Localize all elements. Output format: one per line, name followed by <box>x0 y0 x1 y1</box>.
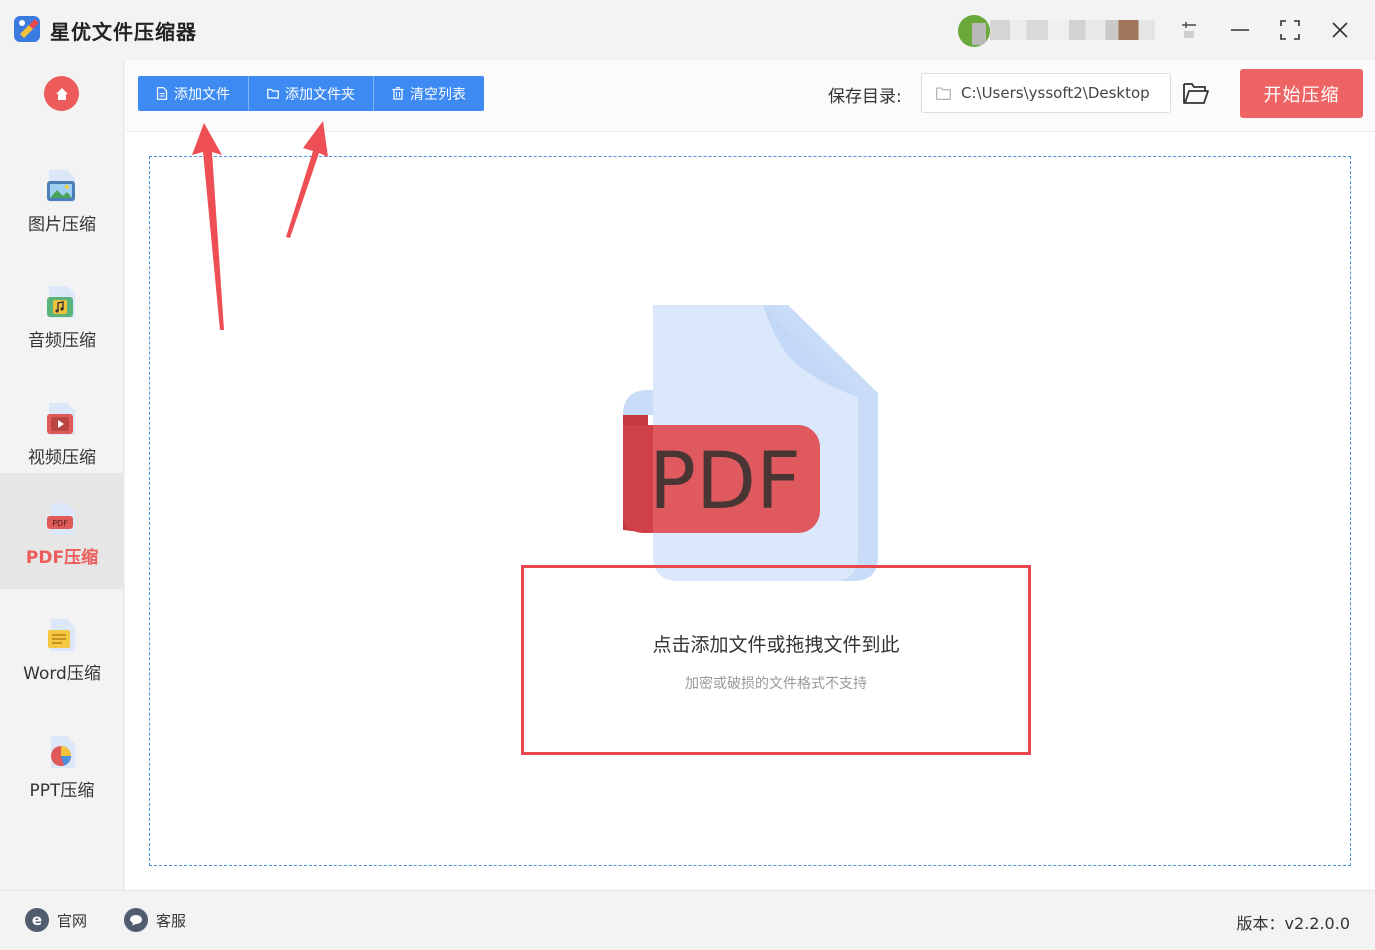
chat-icon <box>124 908 148 932</box>
user-name-blurred[interactable] <box>990 20 1155 40</box>
pdf-illustration-icon: PDF <box>623 305 878 581</box>
clear-list-label: 清空列表 <box>410 86 466 103</box>
add-folder-label: 添加文件夹 <box>285 86 355 103</box>
word-icon <box>48 619 75 651</box>
maximize-icon[interactable] <box>1272 12 1308 48</box>
sidebar-item-video[interactable]: 视频压缩 <box>0 373 124 489</box>
folder-icon <box>267 88 279 99</box>
sidebar-item-label: 视频压缩 <box>28 448 96 468</box>
video-icon <box>47 403 75 435</box>
footer: e 官网 客服 版本：v2.2.0.0 <box>0 890 1375 950</box>
sidebar-item-audio[interactable]: 音频压缩 <box>0 256 124 372</box>
app-logo-icon <box>14 16 40 42</box>
sidebar-item-pdf[interactable]: PDF PDF压缩 <box>0 473 124 589</box>
main-panel: 添加文件 添加文件夹 清空列表 保存目录: C:\Users\yssoft2\D… <box>125 60 1375 890</box>
save-dir-label: 保存目录: <box>828 87 902 107</box>
support-link[interactable]: 客服 <box>124 908 186 932</box>
sidebar-item-image[interactable]: 图片压缩 <box>0 140 124 256</box>
clear-list-button[interactable]: 清空列表 <box>374 76 484 111</box>
close-icon[interactable] <box>1322 12 1358 48</box>
add-file-label: 添加文件 <box>174 86 230 103</box>
sidebar-item-label: Word压缩 <box>23 664 101 684</box>
image-icon <box>47 170 75 202</box>
file-icon <box>156 87 168 100</box>
drop-hint-title: 点击添加文件或拖拽文件到此 <box>652 634 900 656</box>
app-title: 星优文件压缩器 <box>50 20 197 44</box>
add-file-button[interactable]: 添加文件 <box>138 76 249 111</box>
file-drop-zone[interactable]: PDF 点击添加文件或拖拽文件到此 加密或破损的文件格式不支持 <box>149 156 1351 866</box>
ie-icon: e <box>25 908 49 932</box>
ppt-icon <box>51 736 75 768</box>
toolbar: 添加文件 添加文件夹 清空列表 保存目录: C:\Users\yssoft2\D… <box>125 60 1375 132</box>
website-label: 官网 <box>57 911 88 930</box>
sidebar: 图片压缩 音频压缩 视频压缩 PDF PDF压缩 Word压缩 PPT压缩 <box>0 60 124 890</box>
sidebar-item-ppt[interactable]: PPT压缩 <box>0 706 124 822</box>
sidebar-item-label: PDF压缩 <box>25 548 99 568</box>
open-folder-icon[interactable] <box>1182 80 1210 106</box>
user-avatar[interactable] <box>958 15 990 47</box>
folder-outline-icon <box>936 86 951 100</box>
home-icon <box>55 87 68 100</box>
drop-hint-subtitle: 加密或破损的文件格式不支持 <box>685 676 867 692</box>
save-path-field[interactable]: C:\Users\yssoft2\Desktop <box>921 73 1171 113</box>
sidebar-item-label: PPT压缩 <box>29 781 95 801</box>
sidebar-item-label: 图片压缩 <box>28 215 96 235</box>
sidebar-item-label: 音频压缩 <box>28 331 96 351</box>
file-button-group: 添加文件 添加文件夹 清空列表 <box>138 76 484 111</box>
pin-icon[interactable] <box>1171 12 1207 48</box>
start-compress-button[interactable]: 开始压缩 <box>1240 69 1363 118</box>
save-path-value: C:\Users\yssoft2\Desktop <box>961 84 1150 102</box>
pdf-illustration-text: PDF <box>649 437 801 527</box>
home-button[interactable] <box>44 76 79 111</box>
trash-icon <box>392 87 404 100</box>
pdf-icon: PDF <box>47 503 75 535</box>
drop-hint-box: 点击添加文件或拖拽文件到此 加密或破损的文件格式不支持 <box>521 565 1031 755</box>
website-link[interactable]: e 官网 <box>25 908 87 932</box>
sidebar-item-word[interactable]: Word压缩 <box>0 589 124 705</box>
version-label: 版本：v2.2.0.0 <box>1236 914 1350 933</box>
support-label: 客服 <box>156 911 187 930</box>
add-folder-button[interactable]: 添加文件夹 <box>249 76 374 111</box>
svg-text:PDF: PDF <box>52 519 68 528</box>
title-bar: 星优文件压缩器 <box>0 0 1375 60</box>
minimize-icon[interactable] <box>1222 12 1258 48</box>
audio-icon <box>47 286 75 318</box>
